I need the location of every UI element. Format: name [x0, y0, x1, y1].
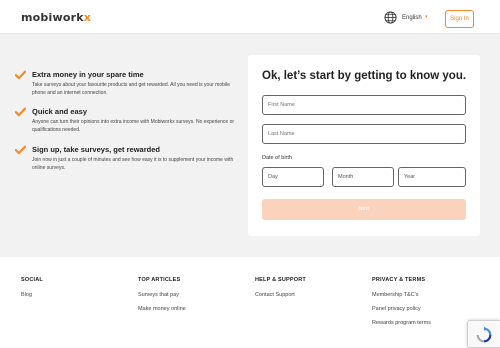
footer-link-membership-terms[interactable]: Membership T&C's — [372, 292, 431, 298]
date-of-birth-label: Date of birth — [262, 155, 292, 161]
checkmark-icon — [15, 70, 26, 80]
language-selector[interactable]: English — [402, 15, 422, 21]
footer-link-rewards-program-terms[interactable]: Rewards program terms — [372, 320, 431, 326]
footer-column-privacy: PRIVACY & TERMS Membership T&C's Panel p… — [372, 277, 431, 334]
checkmark-icon — [15, 107, 26, 117]
checkmark-icon — [15, 145, 26, 155]
footer-column-help: HELP & SUPPORT Contact Support — [255, 277, 306, 306]
footer-heading: PRIVACY & TERMS — [372, 277, 426, 283]
footer-column-social: SOCIAL Blog — [21, 277, 43, 306]
first-name-field[interactable] — [262, 95, 466, 115]
logo-accent: x — [83, 11, 92, 24]
sign-in-button[interactable]: Sign In — [445, 10, 474, 28]
year-select[interactable]: Year — [398, 167, 466, 187]
footer-link-blog[interactable]: Blog — [21, 292, 43, 298]
footer-link-make-money-online[interactable]: Make money online — [138, 306, 186, 312]
month-select[interactable]: Month — [332, 167, 394, 187]
footer-link-surveys-that-pay[interactable]: Surveys that pay — [138, 292, 186, 298]
benefit-title: Quick and easy — [32, 107, 88, 116]
recaptcha-badge[interactable] — [467, 320, 500, 348]
benefit-title: Sign up, take surveys, get rewarded — [32, 145, 160, 154]
form-title: Ok, let’s start by getting to know you. — [262, 70, 467, 82]
logo-text: mobiwork — [21, 11, 84, 24]
footer-heading: HELP & SUPPORT — [255, 277, 306, 283]
benefit-text: Take surveys about your favourite produc… — [32, 82, 230, 96]
globe-icon[interactable] — [384, 11, 397, 24]
site-footer: SOCIAL Blog TOP ARTICLES Surveys that pa… — [0, 257, 500, 348]
site-header: mobiworkx English ▾ Sign In — [0, 0, 500, 34]
mobiworkx-logo[interactable]: mobiworkx — [21, 11, 91, 24]
footer-link-panel-privacy-policy[interactable]: Panel privacy policy — [372, 306, 431, 312]
footer-heading: SOCIAL — [21, 277, 43, 283]
benefit-text: Join now in just a couple of minutes and… — [32, 157, 234, 171]
footer-heading: TOP ARTICLES — [138, 277, 181, 283]
chevron-down-icon[interactable]: ▾ — [425, 14, 428, 20]
benefit-text: Anyone can turn their opinions into extr… — [32, 119, 235, 133]
benefit-title: Extra money in your spare time — [32, 70, 144, 79]
footer-link-contact-support[interactable]: Contact Support — [255, 292, 306, 298]
signup-form-card: Ok, let’s start by getting to know you. … — [248, 55, 480, 236]
footer-column-articles: TOP ARTICLES Surveys that pay Make money… — [138, 277, 186, 320]
next-button[interactable]: Next — [262, 199, 466, 220]
recaptcha-icon — [476, 326, 492, 343]
day-select[interactable]: Day — [262, 167, 324, 187]
last-name-field[interactable] — [262, 124, 466, 144]
